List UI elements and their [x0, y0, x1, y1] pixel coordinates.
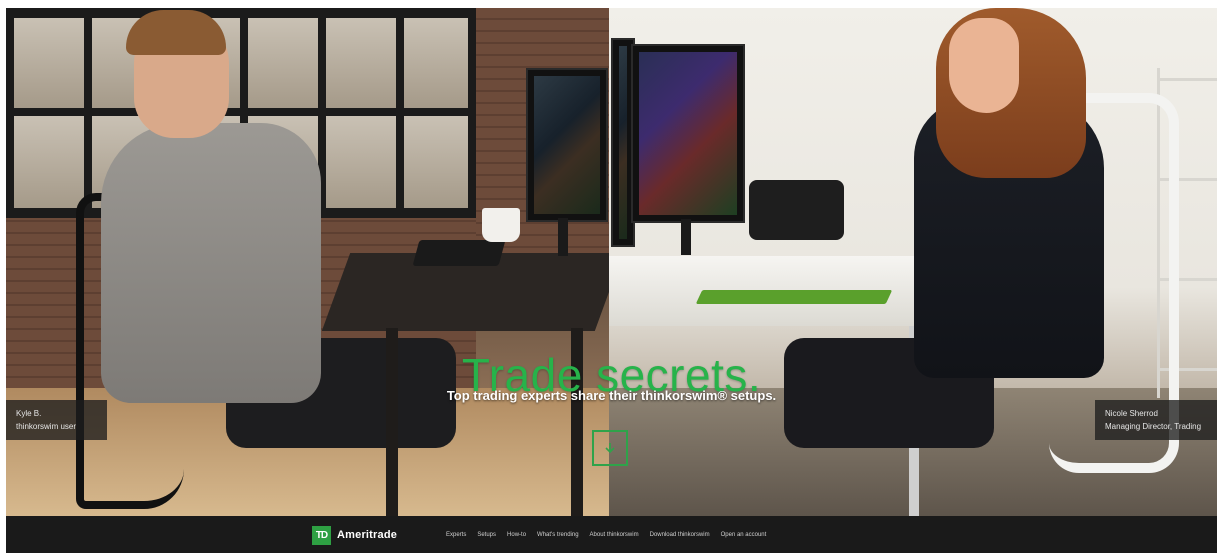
- nav-link-how-to[interactable]: How-to: [507, 532, 526, 538]
- td-ameritrade-logo[interactable]: TD Ameritrade: [312, 525, 397, 545]
- hero-banner: Trade secrets. Top trading experts share…: [6, 8, 1217, 516]
- trading-monitor: [526, 68, 608, 222]
- nav-link-about-thinkorswim[interactable]: About thinkorswim: [590, 532, 639, 538]
- caption-right: Nicole Sherrod Managing Director, Tradin…: [1095, 400, 1217, 440]
- caption-right-role: Managing Director, Trading: [1105, 422, 1202, 431]
- hero-subheadline: Top trading experts share their thinkors…: [446, 388, 777, 403]
- page: Trade secrets. Top trading experts share…: [0, 0, 1217, 553]
- trading-monitor: [631, 44, 745, 223]
- keyboard: [412, 240, 506, 266]
- bottom-navigation-bar: TD Ameritrade Experts Setups How-to What…: [6, 516, 1217, 553]
- nav-link-setups[interactable]: Setups: [477, 532, 496, 538]
- caption-right-name: Nicole Sherrod: [1105, 409, 1158, 418]
- down-arrow-icon[interactable]: [592, 430, 628, 466]
- nav-link-whats-trending[interactable]: What's trending: [537, 532, 579, 538]
- caption-left-role: thinkorswim user: [16, 422, 77, 431]
- green-notebook: [695, 290, 893, 304]
- nav-link-download-thinkorswim[interactable]: Download thinkorswim: [650, 532, 710, 538]
- brand-name: Ameritrade: [337, 529, 398, 541]
- caption-left-name: Kyle B.: [16, 409, 42, 418]
- td-logo-icon: TD: [312, 525, 331, 545]
- desk-phone: [749, 180, 844, 240]
- coffee-mug: [482, 208, 520, 242]
- nav-link-open-account[interactable]: Open an account: [721, 532, 767, 538]
- caption-left: Kyle B. thinkorswim user: [6, 400, 107, 440]
- nav-links: Experts Setups How-to What's trending Ab…: [446, 516, 766, 553]
- nav-link-experts[interactable]: Experts: [446, 532, 466, 538]
